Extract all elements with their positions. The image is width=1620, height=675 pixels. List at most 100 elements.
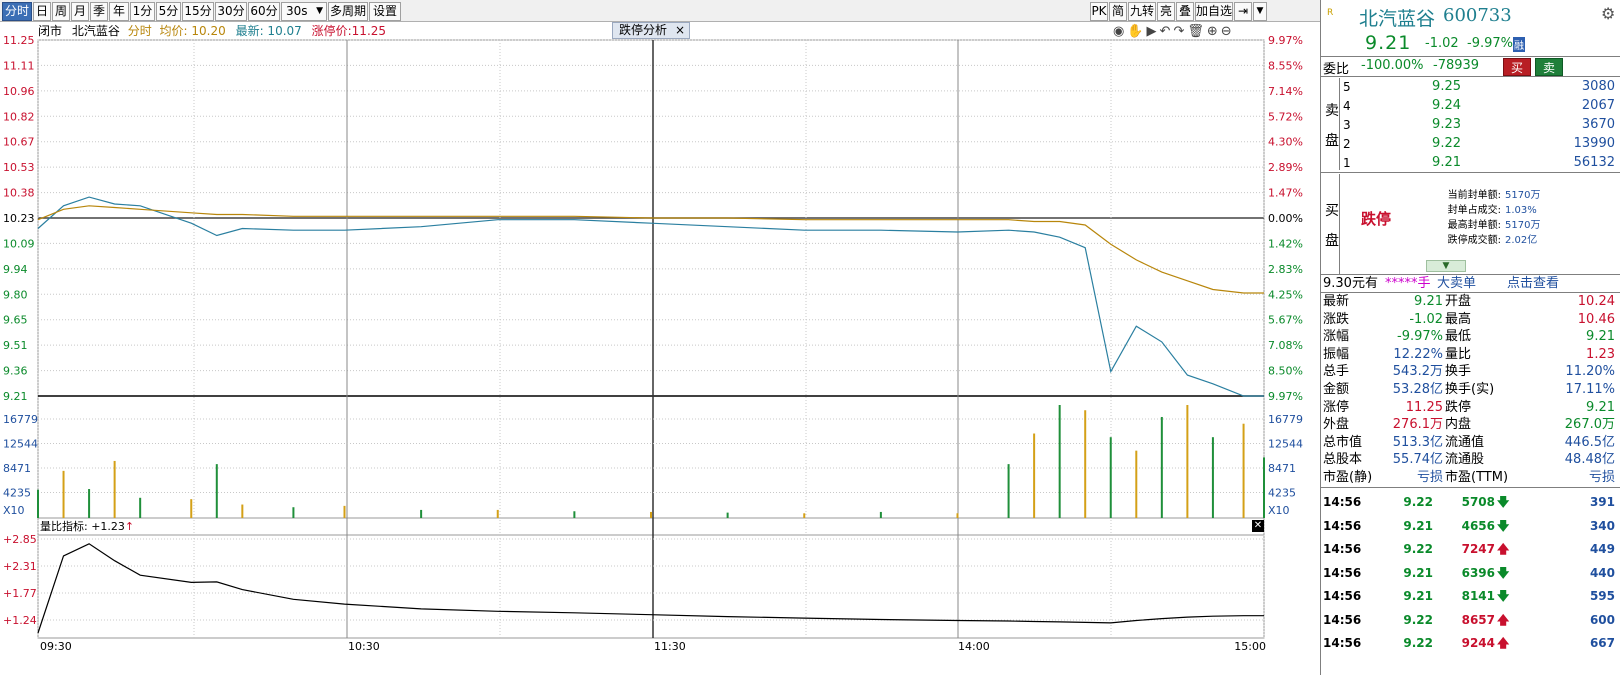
volume-bar: [1007, 464, 1010, 518]
time-axis-label: 11:30: [654, 640, 686, 653]
buy-button[interactable]: 买: [1503, 58, 1531, 76]
indicator-axis-label: +1.24: [3, 614, 37, 627]
ask-level: 3: [1343, 118, 1351, 132]
ask-level-row[interactable]: 1 9.21 56132: [1321, 154, 1620, 172]
big-order-row: 9.30元有 *****手 大卖单 点击查看: [1321, 276, 1620, 292]
pct-axis-label: 9.97%: [1268, 390, 1303, 403]
arrow-up-icon: 🡅: [1497, 542, 1510, 556]
seal-info-row: 封单占成交: 1.03%: [1431, 203, 1620, 218]
ask-level-row[interactable]: 5 9.25 3080: [1321, 78, 1620, 96]
price-panel-frame: [37, 39, 1265, 519]
seal-info: 当前封单额: 5170万 封单占成交: 1.03% 最高封单额: 5170万 跌停成交额: 2…: [1431, 188, 1620, 248]
tick-count: 667: [1589, 636, 1615, 650]
stat-label: 外盘: [1323, 417, 1350, 433]
seal-info-key: 封单占成交:: [1447, 205, 1501, 216]
ask-levels: 5 9.25 3080 4 9.24 2067 3 9.23 3670 2 9.22 13990 1 9.…: [1321, 78, 1620, 170]
arrow-up-icon: 🡅: [1497, 636, 1510, 650]
stat-value: 12.22%: [1393, 346, 1443, 362]
intraday-chart[interactable]: 11.25 11.11 10.96 10.82 10.67 10.53 10.38 10.23…: [0, 0, 1320, 675]
stock-title: 北汽蓝谷: [1359, 8, 1436, 30]
stat-value: 亏损: [1416, 470, 1443, 485]
ask-level: 5: [1343, 80, 1351, 94]
time-axis-label: 15:00: [1234, 640, 1266, 653]
stat-row: 总股本 55.74亿 流通股 48.48亿: [1321, 451, 1620, 468]
volume-bar: [62, 470, 65, 518]
stat-label: 流通值: [1445, 434, 1485, 450]
pct-axis-label: 5.67%: [1268, 314, 1303, 327]
pct-axis-label: 2.89%: [1268, 161, 1303, 174]
weibi-pct: -100.00%: [1361, 58, 1424, 73]
stat-value: 9.21: [1414, 294, 1443, 309]
ask-price: 9.22: [1432, 136, 1461, 151]
seal-info-key: 当前封单额:: [1447, 190, 1501, 201]
stat-label: 涨幅: [1323, 329, 1350, 345]
stat-value: -1.02: [1409, 311, 1443, 327]
divider: [1321, 76, 1620, 77]
tick-price: 9.21: [1403, 518, 1433, 533]
seal-info-key: 最高封单额:: [1447, 220, 1501, 231]
stat-value: 10.24: [1577, 294, 1615, 309]
tick-row: 14:56 9.21 4656 🡇 340: [1321, 517, 1620, 535]
price-axis-label: 10.82: [3, 110, 35, 123]
tick-count: 600: [1589, 612, 1615, 627]
divider: [1321, 172, 1620, 173]
volume-bar: [1160, 416, 1163, 518]
price-axis-label: 9.65: [3, 314, 28, 327]
time-axis-label: 14:00: [958, 640, 990, 653]
stat-label: 市盈(TTM): [1445, 470, 1509, 485]
arrow-down-icon: 🡇: [1497, 589, 1510, 603]
tick-price: 9.22: [1403, 612, 1433, 627]
big-order-stars: *****手: [1385, 276, 1431, 291]
tick-row: 14:56 9.21 6396 🡇 440: [1321, 564, 1620, 582]
ask-price: 9.23: [1432, 117, 1461, 132]
ask-volume: 56132: [1573, 155, 1615, 170]
volume-bar: [650, 511, 652, 518]
sell-button[interactable]: 卖: [1535, 58, 1563, 76]
volume-bar: [1084, 410, 1087, 518]
divider: [1321, 274, 1620, 275]
stat-label: 最高: [1445, 311, 1472, 327]
arrow-up-icon: 🡅: [1497, 612, 1510, 627]
stat-row: 涨停 11.25 跌停 9.21: [1321, 399, 1620, 416]
seal-info-row: 最高封单额: 5170万: [1431, 218, 1620, 233]
stat-label: 量比: [1445, 346, 1472, 362]
divider: [1321, 56, 1620, 57]
volume-bar: [190, 499, 193, 518]
close-indicator-button[interactable]: ✕: [1252, 520, 1264, 532]
price-axis-label: 10.96: [3, 85, 35, 98]
tick-volume: 9244: [1461, 636, 1495, 650]
r-badge-icon: R: [1327, 8, 1334, 18]
ask-level-row[interactable]: 2 9.22 13990: [1321, 135, 1620, 153]
ask-level-row[interactable]: 3 9.23 3670: [1321, 116, 1620, 134]
gear-icon[interactable]: ⚙: [1601, 4, 1615, 23]
tick-price: 9.22: [1403, 636, 1433, 650]
volume-axis-label: 12544: [1268, 438, 1303, 451]
volume-bar: [241, 504, 244, 518]
ask-price: 9.24: [1432, 98, 1461, 113]
stat-label: 总市值: [1323, 434, 1363, 450]
price-axis-label: 9.36: [3, 365, 28, 378]
tick-price: 9.22: [1403, 495, 1433, 509]
tick-time: 14:56: [1323, 542, 1362, 556]
seal-info-value: 1.03%: [1505, 205, 1537, 216]
ask-level-row[interactable]: 4 9.24 2067: [1321, 97, 1620, 115]
stat-row: 总市值 513.3亿 流通值 446.5亿: [1321, 434, 1620, 451]
arrow-down-icon: 🡇: [1497, 565, 1510, 580]
indicator-axis-label: +2.85: [3, 533, 37, 546]
volume-axis-label: 4235: [3, 487, 31, 500]
volume-bar: [88, 489, 91, 518]
tick-count: 391: [1589, 495, 1615, 509]
volume-axis-label: 8471: [1268, 462, 1296, 475]
volume-bar: [113, 460, 116, 518]
big-order-price: 9.30元有: [1323, 276, 1378, 291]
tick-row: 14:56 9.22 8657 🡅 600: [1321, 611, 1620, 629]
pct-axis-label: 9.97%: [1268, 34, 1303, 47]
expand-button[interactable]: ▼: [1426, 260, 1466, 272]
price-row: 9.21 -1.02 -9.97% 融: [1321, 32, 1620, 54]
stat-label: 开盘: [1445, 294, 1472, 309]
time-axis-label: 10:30: [348, 640, 380, 653]
indicator-axis-label: +1.77: [3, 587, 37, 600]
big-order-link[interactable]: 点击查看: [1507, 276, 1559, 292]
stat-label: 最低: [1445, 329, 1472, 345]
volume-bar: [1058, 405, 1061, 518]
